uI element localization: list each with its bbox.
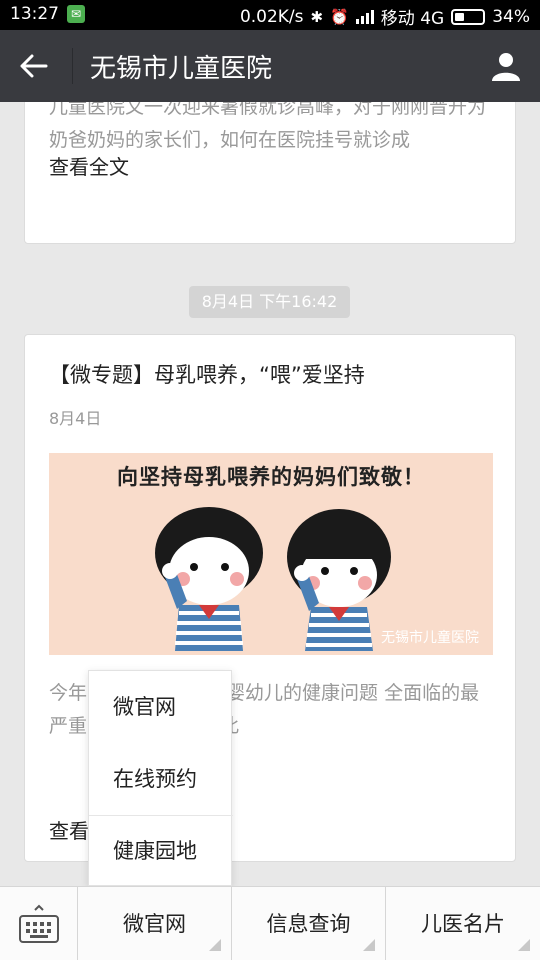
banner-watermark: 无锡市儿童医院 [381,630,479,646]
submenu-indicator-icon [363,939,375,951]
battery-percent: 34% [492,6,530,27]
submenu-item-micro-site[interactable]: 微官网 [89,671,233,743]
timestamp-badge: 8月4日 下午16:42 [189,286,350,318]
article-title[interactable]: 【微专题】母乳喂养，“喂”爱坚持 [49,359,365,389]
page-title: 无锡市儿童医院 [90,54,273,84]
article-cover-image[interactable]: 向坚持母乳喂养的妈妈们致敬！ 无锡市儿童医院 [49,453,493,655]
carrier-label: 移动 4G [380,9,445,29]
article-summary: 儿童医院又一次迎来暑假就诊高峰，对于刚刚晋升为奶爸奶妈的家长们，如何在医院挂号就… [49,102,487,151]
back-button[interactable] [12,46,56,86]
menu-hospital-card[interactable]: 儿医名片 [386,887,540,960]
net-speed: 0.02K/s [239,6,304,27]
title-bar: 无锡市儿童医院 [0,30,540,102]
message-list[interactable]: 儿童医院又一次迎来暑假就诊高峰，对于刚刚晋升为奶爸奶妈的家长们，如何在医院挂号就… [0,102,540,886]
person-icon [492,53,520,81]
menu-label: 微官网 [123,912,186,936]
read-more-link[interactable]: 查看 [49,815,89,844]
submenu-item-online-booking[interactable]: 在线预约 [89,743,233,815]
article-date: 8月4日 [49,409,102,428]
submenu-popup: 微官网 在线预约 健康园地 [88,670,233,887]
cartoon-children-illustration [155,507,391,651]
menu-info-query[interactable]: 信息查询 [232,887,386,960]
status-time: 13:27 [10,4,59,24]
menu-label: 信息查询 [266,912,351,936]
submenu-indicator-icon [209,939,221,951]
battery-icon [451,8,486,25]
submenu-item-health-garden[interactable]: 健康园地 [89,815,233,887]
profile-button[interactable] [486,46,526,86]
status-bar: 13:27 ✉ 0.02K/s ✱ ⏰ 移动 4G 34% [0,0,540,30]
submenu-indicator-icon [518,939,530,951]
title-divider [72,48,73,84]
bottom-menu-bar: 微官网 信息查询 儿医名片 [0,886,540,960]
read-more-link[interactable]: 查看全文 [49,151,129,180]
signal-icon [355,9,374,24]
arrow-left-icon [20,54,48,78]
article-card[interactable]: 儿童医院又一次迎来暑假就诊高峰，对于刚刚晋升为奶爸奶妈的家长们，如何在医院挂号就… [24,102,516,244]
menu-label: 儿医名片 [421,912,505,936]
bluetooth-icon: ✱ [310,7,324,26]
menu-micro-site[interactable]: 微官网 [78,887,232,960]
keyboard-toggle-button[interactable] [0,887,78,960]
alarm-icon: ⏰ [330,7,349,26]
keyboard-icon [18,904,59,943]
wechat-notification-icon: ✉ [67,5,85,23]
